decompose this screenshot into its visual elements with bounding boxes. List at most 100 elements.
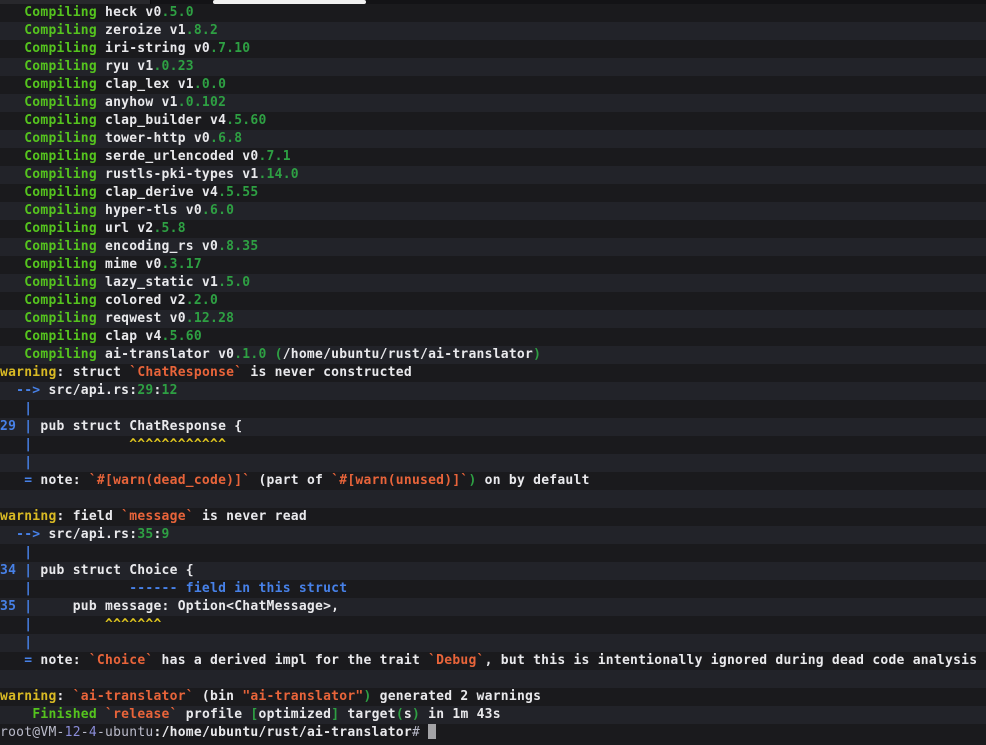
text-segment: .7.1: [258, 149, 291, 164]
text-segment: |: [24, 635, 33, 650]
text-segment: [32, 437, 129, 452]
terminal-line: Compiling tower-http v0.6.8: [0, 130, 986, 148]
terminal-line: [0, 490, 986, 508]
terminal-line: warning: field `message` is never read: [0, 508, 986, 526]
terminal-line: --> src/api.rs:29:12: [0, 382, 986, 400]
text-segment: .5.60: [226, 113, 267, 128]
terminal-line: Compiling ai-translator v0.1.0 (/home/ub…: [0, 346, 986, 364]
terminal-line: |: [0, 544, 986, 562]
text-segment: .1.0: [234, 347, 267, 362]
terminal-line: | ^^^^^^^^^^^^: [0, 436, 986, 454]
text-segment: optimized: [258, 707, 332, 722]
text-segment: reqwest v0: [105, 311, 186, 326]
text-segment: (part of: [250, 473, 332, 488]
terminal-line: Compiling lazy_static v1.5.0: [0, 274, 986, 292]
text-segment: 9: [161, 527, 170, 542]
terminal-line: Compiling hyper-tls v0.6.0: [0, 202, 986, 220]
terminal-line: 34 | pub struct Choice {: [0, 562, 986, 580]
terminal-screen[interactable]: Compiling heck v0.5.0 Compiling zeroize …: [0, 0, 986, 745]
text-segment: clap_derive v4: [105, 185, 219, 200]
text-segment: 4: [88, 725, 97, 740]
text-segment: .5.0: [161, 5, 194, 20]
text-segment: pub struct ChatResponse {: [32, 419, 243, 434]
text-segment: has a derived impl for the trait: [153, 653, 429, 668]
terminal-line: warning: struct `ChatResponse` is never …: [0, 364, 986, 382]
text-segment: ): [533, 347, 542, 362]
text-segment: Compiling: [0, 185, 105, 200]
text-segment: |: [24, 401, 33, 416]
text-segment: Compiling: [0, 221, 105, 236]
text-segment: #: [411, 725, 421, 740]
text-segment: lazy_static v1: [105, 275, 219, 290]
text-segment: /home/ubuntu/rust/ai-translator: [282, 347, 534, 362]
text-segment: Compiling: [0, 275, 105, 290]
text-segment: Compiling: [0, 239, 105, 254]
cursor[interactable]: [428, 724, 437, 739]
terminal-line: Compiling zeroize v1.8.2: [0, 22, 986, 40]
text-segment: [32, 581, 129, 596]
terminal-line: |: [0, 454, 986, 472]
text-segment: .3.17: [161, 257, 202, 272]
text-segment: ------ field in this struct: [129, 581, 348, 596]
terminal-output: Compiling heck v0.5.0 Compiling zeroize …: [0, 4, 986, 742]
text-segment: [0, 455, 24, 470]
terminal-line: Compiling ryu v1.0.23: [0, 58, 986, 76]
terminal-line: Compiling iri-string v0.7.10: [0, 40, 986, 58]
text-segment: `Debug`: [428, 653, 485, 668]
text-segment: (: [274, 347, 283, 362]
text-segment: ai-translator v0: [105, 347, 235, 362]
text-segment: Finished: [32, 707, 97, 722]
terminal-line: Compiling encoding_rs v0.8.35: [0, 238, 986, 256]
text-segment: `ai-translator`: [72, 689, 194, 704]
text-segment: hyper-tls v0: [105, 203, 202, 218]
terminal-line: = note: `Choice` has a derived impl for …: [0, 652, 986, 670]
text-segment: ): [411, 707, 421, 722]
text-segment: Compiling: [0, 293, 105, 308]
text-segment: -->: [16, 383, 49, 398]
terminal-line: Compiling clap v4.5.60: [0, 328, 986, 346]
text-segment: profile: [177, 707, 251, 722]
text-segment: [97, 707, 105, 722]
text-segment: -ubuntu: [96, 725, 154, 740]
terminal-line: Compiling serde_urlencoded v0.7.1: [0, 148, 986, 166]
text-segment: .5.8: [153, 221, 186, 236]
text-segment: /home/ubuntu/rust/ai-translator: [161, 725, 412, 740]
terminal-line: |: [0, 634, 986, 652]
text-segment: Compiling: [0, 59, 105, 74]
text-segment: heck v0: [105, 5, 162, 20]
text-segment: `release`: [105, 707, 178, 722]
terminal-line: [0, 670, 986, 688]
text-segment: s: [403, 707, 412, 722]
text-segment: Compiling: [0, 167, 105, 182]
text-segment: clap_builder v4: [105, 113, 227, 128]
text-segment: 12: [64, 725, 81, 740]
text-segment: `message`: [121, 509, 194, 524]
text-segment: Compiling: [0, 311, 105, 326]
text-segment: .0.0: [193, 77, 227, 92]
text-segment: serde_urlencoded v0: [105, 149, 259, 164]
text-segment: .6.0: [201, 203, 235, 218]
terminal-line: Compiling anyhow v1.0.102: [0, 94, 986, 112]
text-segment: ^^^^^^^: [105, 617, 162, 632]
text-segment: 29: [137, 383, 154, 398]
text-segment: Compiling: [0, 113, 105, 128]
terminal-line: |: [0, 400, 986, 418]
text-segment: ): [468, 473, 477, 488]
text-segment: Compiling: [0, 41, 105, 56]
terminal-line: --> src/api.rs:35:9: [0, 526, 986, 544]
text-segment: 34: [0, 563, 17, 578]
terminal-line: 29 | pub struct ChatResponse {: [0, 418, 986, 436]
text-segment: Compiling: [0, 149, 105, 164]
text-segment: Compiling: [0, 347, 105, 362]
text-segment: -: [80, 725, 89, 740]
text-segment: warning: [0, 689, 57, 704]
terminal-line: Compiling reqwest v0.12.28: [0, 310, 986, 328]
terminal-line: root@VM-12-4-ubuntu:/home/ubuntu/rust/ai…: [0, 724, 986, 742]
text-segment: Compiling: [0, 329, 105, 344]
text-segment: `Choice`: [88, 653, 154, 668]
terminal-line: Compiling clap_builder v4.5.60: [0, 112, 986, 130]
text-segment: mime v0: [105, 257, 162, 272]
text-segment: [0, 383, 16, 398]
text-segment: "ai-translator": [242, 689, 364, 704]
text-segment: [32, 617, 105, 632]
